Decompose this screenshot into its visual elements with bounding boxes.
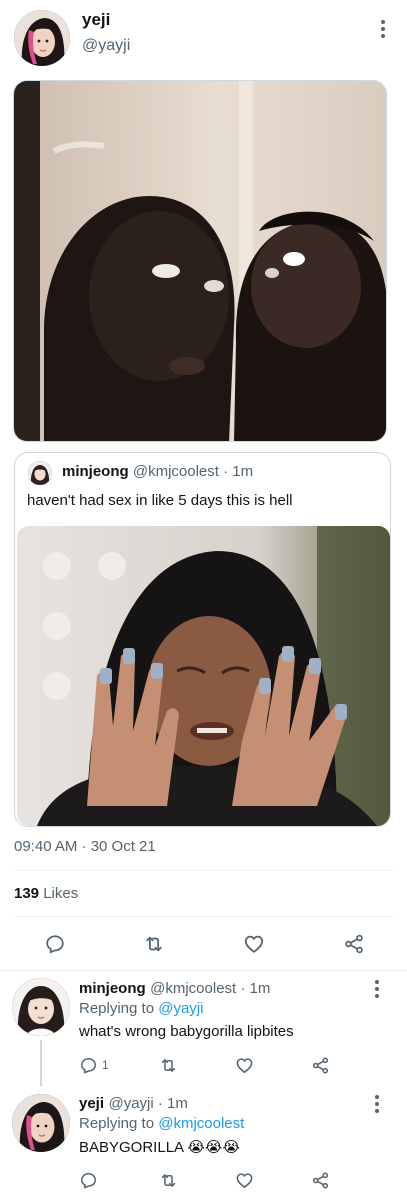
heart-icon	[236, 1172, 252, 1188]
reply-text: BABYGORILLA 😭😭😭	[79, 1139, 240, 1156]
replying-to-link[interactable]: @yayji	[158, 1000, 203, 1017]
quoted-author-avatar	[28, 461, 52, 485]
reply-button[interactable]	[40, 931, 70, 957]
tweet-timestamp[interactable]: 09:40 AM · 30 Oct 21	[14, 838, 156, 855]
likes-count: 139	[14, 885, 40, 902]
reply-timestamp: · 1m	[236, 980, 271, 997]
reply-author-avatar[interactable]	[12, 978, 70, 1036]
replying-to-line: Replying to @kmjcoolest	[79, 1115, 244, 1132]
reply-timestamp: · 1m	[153, 1095, 188, 1112]
quoted-display-name: minjeong	[62, 463, 129, 480]
reply-author-avatar[interactable]	[12, 1094, 70, 1152]
replying-to-link[interactable]: @kmjcoolest	[158, 1115, 244, 1132]
retweet-button[interactable]	[155, 1054, 181, 1076]
share-button[interactable]	[307, 1054, 333, 1076]
author-display-name[interactable]: yeji	[82, 10, 110, 30]
reply-avatar-image	[12, 1094, 70, 1152]
quoted-tweet-text: haven't had sex in like 5 days this is h…	[27, 492, 293, 509]
divider	[14, 916, 393, 917]
share-icon	[345, 934, 363, 954]
replying-to-prefix: Replying to	[79, 1000, 159, 1017]
heart-icon	[244, 935, 264, 953]
retweet-icon	[161, 1058, 175, 1072]
like-button[interactable]	[239, 931, 269, 957]
comment-icon	[81, 1172, 96, 1188]
quoted-timestamp: · 1m	[218, 463, 254, 480]
more-options-icon[interactable]	[373, 17, 393, 41]
photo-two-people	[14, 81, 386, 441]
share-button[interactable]	[307, 1169, 333, 1191]
reply-button[interactable]	[79, 1169, 105, 1191]
thread-connector-line	[40, 1040, 42, 1086]
author-avatar-image	[14, 10, 70, 66]
replying-to-prefix: Replying to	[79, 1115, 159, 1132]
retweet-icon	[146, 936, 162, 952]
like-button[interactable]	[231, 1054, 257, 1076]
tweet-media-image[interactable]	[13, 80, 387, 442]
author-avatar[interactable]	[14, 10, 70, 66]
share-icon	[312, 1172, 328, 1188]
photo-woman-covering-face	[17, 526, 390, 826]
divider	[0, 970, 407, 971]
reply-handle[interactable]: @kmjcoolest	[150, 980, 236, 997]
quoted-media-image	[17, 526, 390, 826]
reply-avatar-image	[12, 978, 70, 1036]
retweet-button[interactable]	[139, 931, 169, 957]
likes-summary[interactable]: 139 Likes	[14, 885, 78, 902]
likes-label: Likes	[39, 885, 79, 902]
reply-display-name[interactable]: yeji	[79, 1095, 104, 1112]
retweet-icon	[161, 1173, 175, 1187]
author-handle[interactable]: @yayji	[82, 37, 130, 55]
quoted-handle: @kmjcoolest	[132, 463, 219, 480]
quoted-tweet-card[interactable]: minjeong @kmjcoolest · 1m haven't had se…	[14, 452, 391, 827]
reply-button[interactable]: 1	[79, 1054, 119, 1076]
comment-icon	[46, 935, 64, 954]
reply-display-name[interactable]: minjeong	[79, 980, 146, 997]
divider	[14, 870, 393, 871]
share-icon	[312, 1057, 328, 1073]
comment-icon	[81, 1057, 96, 1073]
reply-count: 1	[102, 1058, 109, 1072]
like-button[interactable]	[231, 1169, 257, 1191]
reply-text: what's wrong babygorilla lipbites	[79, 1023, 294, 1040]
share-button[interactable]	[339, 931, 369, 957]
more-options-icon[interactable]	[367, 977, 387, 1001]
quoted-avatar-image	[28, 461, 52, 485]
more-options-icon[interactable]	[367, 1092, 387, 1116]
retweet-button[interactable]	[155, 1169, 181, 1191]
reply-handle[interactable]: @yayji	[108, 1095, 153, 1112]
replying-to-line: Replying to @yayji	[79, 1000, 203, 1017]
heart-icon	[236, 1057, 252, 1073]
